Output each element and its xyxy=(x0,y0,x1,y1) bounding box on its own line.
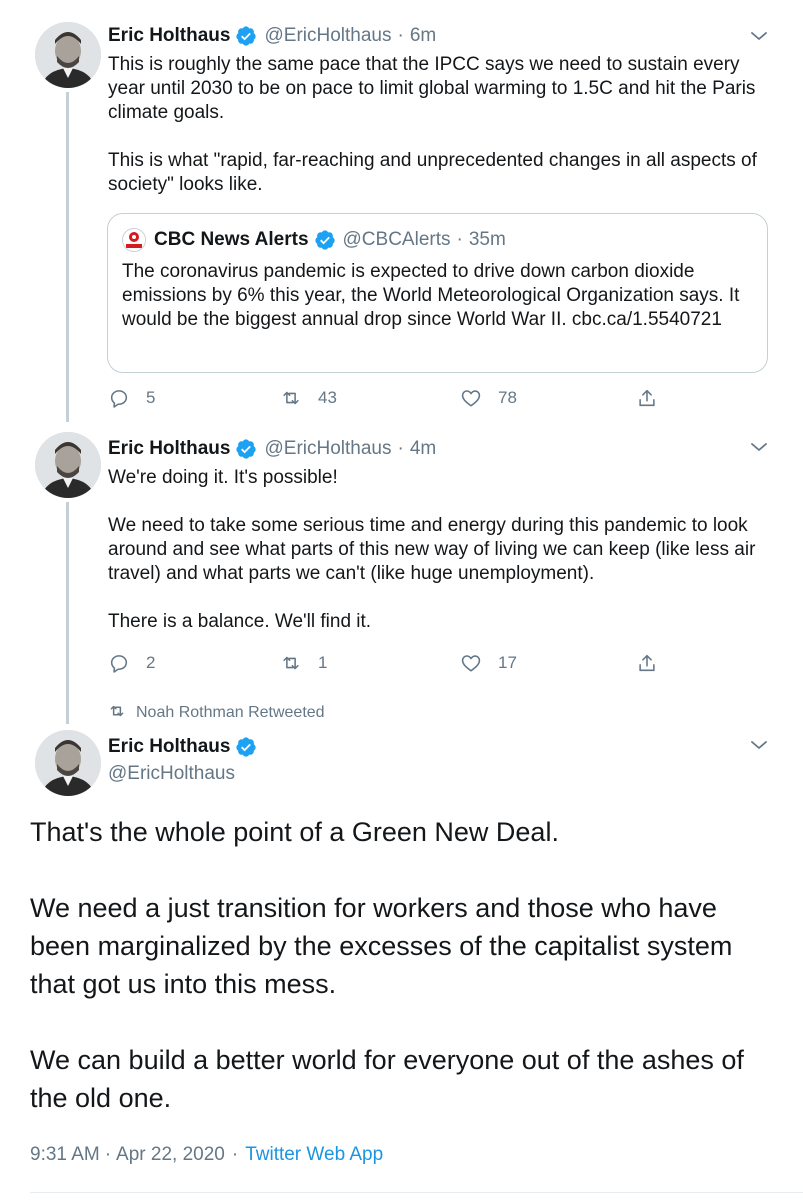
chevron-down-icon[interactable] xyxy=(749,437,769,457)
share-icon xyxy=(636,652,658,674)
verified-badge-icon xyxy=(235,438,257,460)
avatar[interactable] xyxy=(35,730,101,796)
reply-count: 5 xyxy=(146,388,156,407)
chevron-down-icon[interactable] xyxy=(749,735,769,755)
divider xyxy=(30,1192,803,1193)
thread-line xyxy=(66,502,69,724)
quoted-author-handle: @CBCAlerts xyxy=(342,229,451,250)
tweet-paragraph: That's the whole point of a Green New De… xyxy=(30,817,559,847)
tweet-paragraph: This is roughly the same pace that the I… xyxy=(108,54,756,123)
tweet-paragraph: We need to take some serious time and en… xyxy=(108,515,756,584)
tweet-text: This is roughly the same pace that the I… xyxy=(108,53,778,197)
like-button[interactable]: 78 xyxy=(460,384,517,412)
quoted-tweet-time: 35m xyxy=(468,229,506,250)
chevron-down-icon[interactable] xyxy=(749,26,769,46)
retweet-count: 43 xyxy=(318,388,337,407)
verified-badge-icon xyxy=(314,229,336,251)
retweet-button[interactable]: 1 xyxy=(280,649,327,677)
tweet-paragraph: There is a balance. We'll find it. xyxy=(108,611,372,632)
like-count: 17 xyxy=(498,653,517,672)
share-button[interactable] xyxy=(636,384,658,412)
reply-icon xyxy=(108,652,146,674)
tweet-text: We're doing it. It's possible! We need t… xyxy=(108,466,778,634)
like-count: 78 xyxy=(498,388,517,407)
tweet-date[interactable]: Apr 22, 2020 xyxy=(116,1144,225,1166)
author-handle[interactable]: @EricHolthaus xyxy=(108,763,235,785)
share-icon xyxy=(636,387,658,409)
verified-badge-icon xyxy=(235,736,257,758)
separator: · xyxy=(456,229,463,250)
reply-count: 2 xyxy=(146,653,156,672)
tweet-header: Eric Holthaus xyxy=(108,733,763,761)
source-app-link[interactable]: Twitter Web App xyxy=(245,1144,383,1166)
thread-line xyxy=(66,92,69,422)
cbc-logo-icon xyxy=(122,228,146,252)
avatar[interactable] xyxy=(35,432,101,498)
author-handle[interactable]: @EricHolthaus xyxy=(264,438,391,460)
heart-icon xyxy=(460,387,498,409)
heart-icon xyxy=(460,652,498,674)
avatar[interactable] xyxy=(35,22,101,88)
retweet-icon xyxy=(280,387,318,409)
like-button[interactable]: 17 xyxy=(460,649,517,677)
separator: · xyxy=(104,1144,112,1165)
author-name[interactable]: Eric Holthaus xyxy=(108,736,230,758)
reply-icon xyxy=(108,387,146,409)
tweet-paragraph: This is what "rapid, far-reaching and un… xyxy=(108,150,757,195)
quoted-author-name: CBC News Alerts xyxy=(154,229,309,250)
quoted-tweet[interactable]: CBC News Alerts @CBCAlerts · 35m The cor… xyxy=(107,213,768,373)
separator: · xyxy=(231,1144,239,1165)
reply-button[interactable]: 2 xyxy=(108,649,155,677)
separator: · xyxy=(397,438,404,459)
main-tweet-text: That's the whole point of a Green New De… xyxy=(30,813,780,1117)
retweet-count: 1 xyxy=(318,653,328,672)
quoted-tweet-text: The coronavirus pandemic is expected to … xyxy=(122,261,740,330)
tweet-meta: 9:31 AM · Apr 22, 2020 · Twitter Web App xyxy=(30,1142,383,1168)
tweet-time[interactable]: 4m xyxy=(410,438,436,460)
tweet-header: Eric Holthaus @EricHolthaus · 4m xyxy=(108,435,763,463)
verified-badge-icon xyxy=(235,25,257,47)
retweeted-by-text: Noah Rothman Retweeted xyxy=(136,704,325,721)
retweet-icon xyxy=(280,652,318,674)
retweeted-by-label[interactable]: Noah Rothman Retweeted xyxy=(108,702,325,724)
tweet-paragraph: We need a just transition for workers an… xyxy=(30,893,733,999)
retweet-button[interactable]: 43 xyxy=(280,384,337,412)
retweet-icon xyxy=(108,702,136,725)
tweet-paragraph: We can build a better world for everyone… xyxy=(30,1045,744,1113)
tweet-header: Eric Holthaus @EricHolthaus · 6m xyxy=(108,22,763,50)
quoted-tweet-header: CBC News Alerts @CBCAlerts · 35m xyxy=(122,228,506,252)
reply-button[interactable]: 5 xyxy=(108,384,155,412)
author-name[interactable]: Eric Holthaus xyxy=(108,438,230,460)
share-button[interactable] xyxy=(636,649,658,677)
separator: · xyxy=(397,25,404,46)
author-name[interactable]: Eric Holthaus xyxy=(108,25,230,47)
tweet-actions: 2 1 17 xyxy=(108,649,668,677)
tweet-time[interactable]: 6m xyxy=(410,25,436,47)
tweet-actions: 5 43 78 xyxy=(108,384,668,412)
author-handle[interactable]: @EricHolthaus xyxy=(264,25,391,47)
tweet-paragraph: We're doing it. It's possible! xyxy=(108,467,338,488)
tweet-timestamp[interactable]: 9:31 AM xyxy=(30,1144,100,1166)
author-handle-row: @EricHolthaus xyxy=(108,760,763,788)
